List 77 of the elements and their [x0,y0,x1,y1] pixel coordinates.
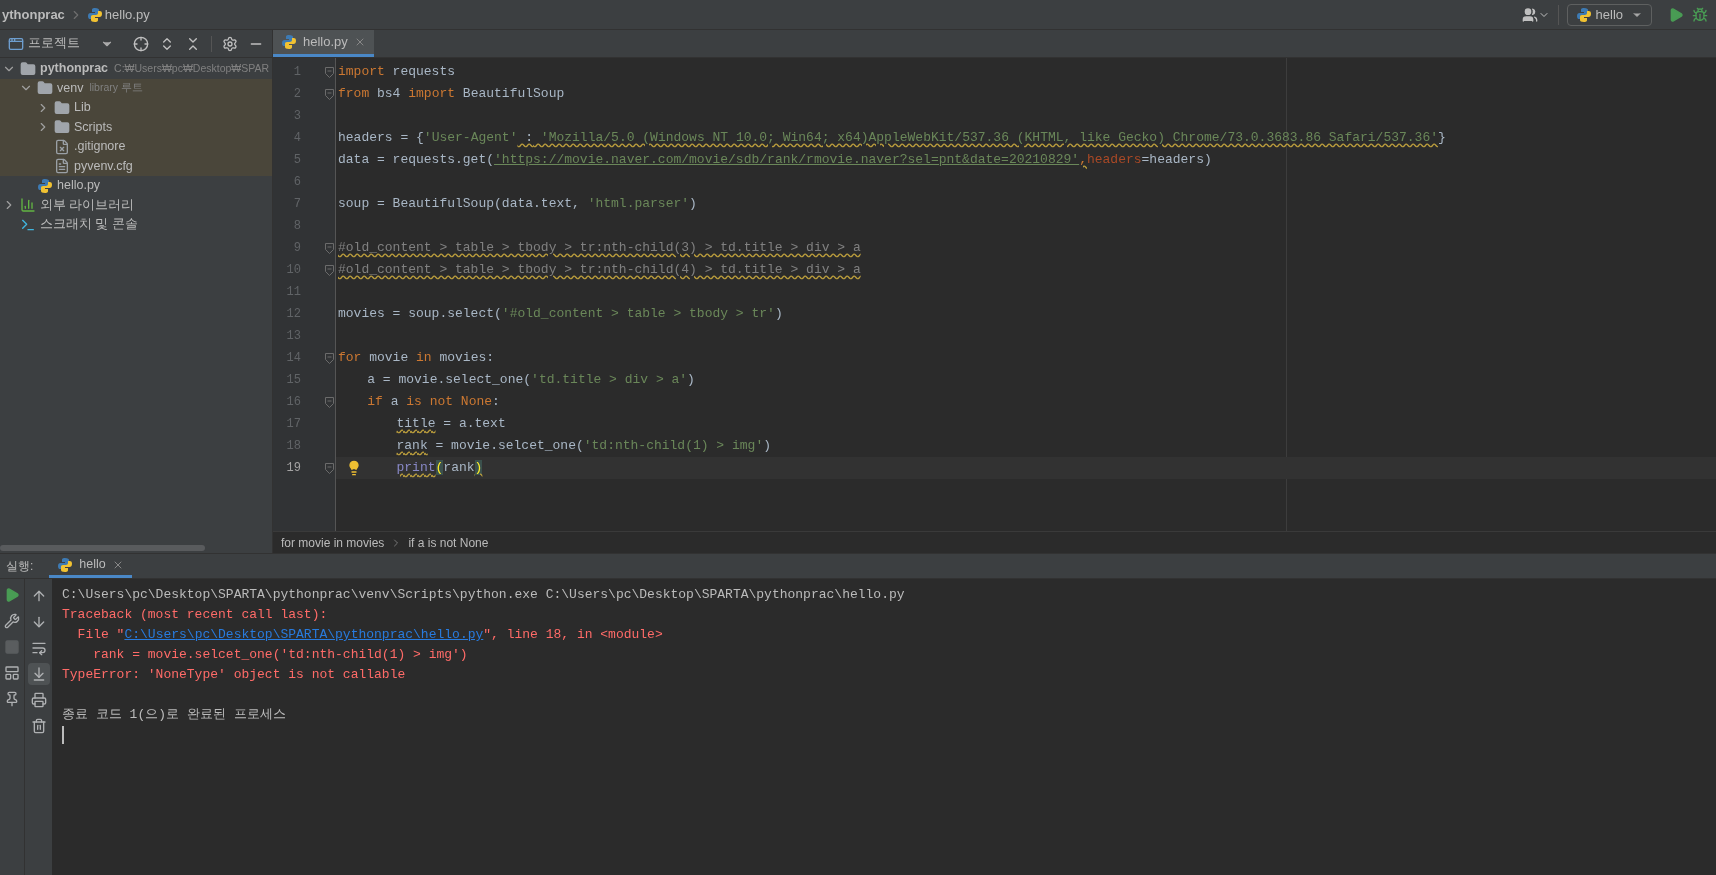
tree-item[interactable]: Scripts [0,117,272,137]
layout-icon[interactable] [4,665,20,681]
tree-item[interactable]: hello.py [0,176,272,196]
soft-wrap-icon [30,640,47,656]
error-output: rank = movie.selcet_one('td:nth-child(1) > img') [92,646,468,664]
code-line: #old_content > table > tbody > tr:nth-child(3) > td.title > div > a [337,239,861,258]
trash-icon [30,718,47,734]
bulb-icon[interactable] [346,460,362,476]
python-file-icon [57,556,74,573]
fold-marker-icon[interactable] [325,242,334,254]
file-icon [54,138,70,155]
tree-item[interactable]: 외부 라이브러리 [0,195,272,215]
console-output: 종료 코드 1(으)로 완료된 프로세스 [62,706,286,724]
file-link[interactable]: C:\Users\pc\Desktop\SPARTA\pythonprac\hello.py [124,627,484,642]
code-line: import requests [337,63,456,82]
fold-marker-icon[interactable] [325,352,334,364]
folder-icon [37,80,53,97]
run-tab[interactable]: hello [49,554,132,578]
code-line: a = movie.select_one('td.title > div > a') [366,371,695,390]
users-icon [1521,6,1538,23]
rerun-icon[interactable] [4,587,20,603]
code-line: if a is not None: [366,393,500,412]
fold-marker-icon[interactable] [325,462,334,474]
fold-marker-icon[interactable] [325,396,334,408]
breadcrumb[interactable]: ythonprac [2,4,65,25]
fold-marker-icon[interactable] [325,264,334,276]
run-label: 실행: [6,558,34,575]
code-line: rank = movie.selcet_one('td:nth-child(1) > img') [395,437,771,456]
tree-item[interactable]: pythonprac C:₩Users₩pc₩Desktop₩SPAR [0,59,272,79]
text-cursor [62,726,64,744]
python-file-icon [86,6,103,23]
locate-icon[interactable] [133,35,149,52]
breadcrumb[interactable]: for movie in movies [281,533,385,552]
code-line: #old_content > table > tbody > tr:nth-child(4) > td.title > div > a [337,261,861,280]
line-number: 19 [285,460,301,477]
fold-marker-icon[interactable] [325,88,334,100]
fold-marker-icon[interactable] [325,66,334,78]
error-output: Traceback (most recent call last): [62,606,328,624]
users-button[interactable] [1521,6,1550,23]
code-line: headers = {'User-Agent' : 'Mozilla/5.0 (Windows NT 10.0; Win64; x64)AppleWebKit/537.36 (KHTML, like Gecko) Chrome/73.0.3683.86 Safari/537.36'} [337,129,1446,148]
editor-tab[interactable]: hello.py [273,30,374,57]
project-view-dropdown[interactable]: 프로젝트 [8,34,114,53]
debug-icon[interactable] [1692,6,1708,23]
code-line: for movie in movies: [337,349,495,368]
folder-icon [54,99,70,116]
breadcrumb[interactable]: if a is not None [408,533,489,552]
error-output: TypeError: 'NoneType' object is not callable [62,666,406,684]
breadcrumb[interactable]: hello.py [104,4,150,25]
run-configuration-dropdown[interactable]: hello [1566,3,1652,26]
window-icon [8,35,24,52]
folder-icon [54,119,70,136]
python-file-icon [37,177,53,194]
error-output: File "C:\Users\pc\Desktop\SPARTA\pythonprac\hello.py", line 18, in <module> [76,626,663,644]
tree-item[interactable]: 스크래치 및 콘솔 [0,215,272,235]
library-icon [20,197,36,214]
wrench-icon[interactable] [4,613,20,629]
pin-icon[interactable] [4,691,20,707]
code-line: title = a.text [395,415,506,434]
scroll-to-end-button[interactable] [27,663,50,685]
horizontal-scrollbar[interactable] [0,545,205,551]
tree-item[interactable]: Lib [0,98,272,118]
tree-item[interactable]: venv library 루트 [0,78,272,98]
code-line: from bs4 import BeautifulSoup [337,85,565,104]
settings-icon[interactable] [222,35,238,52]
tree-item[interactable]: .gitignore [0,137,272,157]
text-file-icon [54,158,70,175]
console-output: C:\Users\pc\Desktop\SPARTA\pythonprac\venv\Scripts\python.exe C:\Users\pc\Desktop\SPARTA\pythonprac\hello.py [62,586,905,604]
print-icon [30,692,47,708]
code-line: print(rank) [395,459,483,478]
run-icon[interactable] [1668,6,1684,23]
folder-icon [20,60,36,77]
code-line: soup = BeautifulSoup(data.text, 'html.parser') [337,195,697,214]
code-line: movies = soup.select('#old_content > table > tbody > tr') [337,305,783,324]
tree-item[interactable]: pyvenv.cfg [0,156,272,176]
code-line: data = requests.get('https://movie.naver.com/movie/sdb/rank/rmovie.naver?sel=pnt&date=20210829',headers=headers) [337,151,1212,170]
python-file-icon [1575,6,1592,23]
python-file-icon [281,34,297,50]
